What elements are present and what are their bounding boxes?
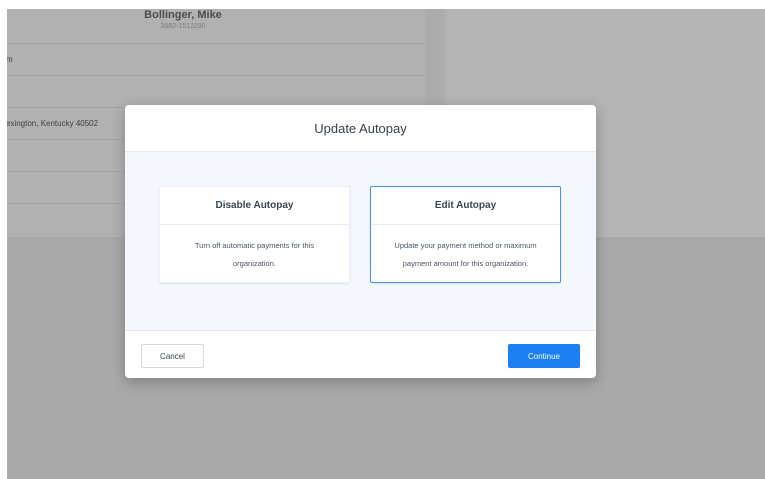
disable-autopay-option[interactable]: Disable Autopay Turn off automatic payme… [159,186,350,283]
edit-autopay-option[interactable]: Edit Autopay Update your payment method … [370,186,561,283]
background-row: m [7,44,425,76]
row-text: m [7,55,13,64]
modal-header: Update Autopay [125,105,596,152]
modal-body: Disable Autopay Turn off automatic payme… [125,152,596,331]
customer-id: 3582-1512290 [160,23,206,30]
background-header: Bollinger, Mike 3582-1512290 [7,9,425,44]
update-autopay-modal: Update Autopay Disable Autopay Turn off … [125,105,596,378]
app-viewport: Bollinger, Mike 3582-1512290 m exington,… [7,9,765,479]
cancel-button[interactable]: Cancel [141,344,204,368]
background-row [7,76,425,108]
customer-name: Bollinger, Mike [144,9,222,21]
modal-footer: Cancel Continue [125,331,596,378]
modal-title: Update Autopay [314,120,407,136]
option-title: Disable Autopay [160,187,349,225]
option-description: Update your payment method or maximum pa… [394,241,537,268]
option-title: Edit Autopay [371,187,560,225]
option-description: Turn off automatic payments for this org… [194,241,315,268]
row-text: exington, Kentucky 40502 [7,119,99,128]
continue-button[interactable]: Continue [508,344,580,368]
